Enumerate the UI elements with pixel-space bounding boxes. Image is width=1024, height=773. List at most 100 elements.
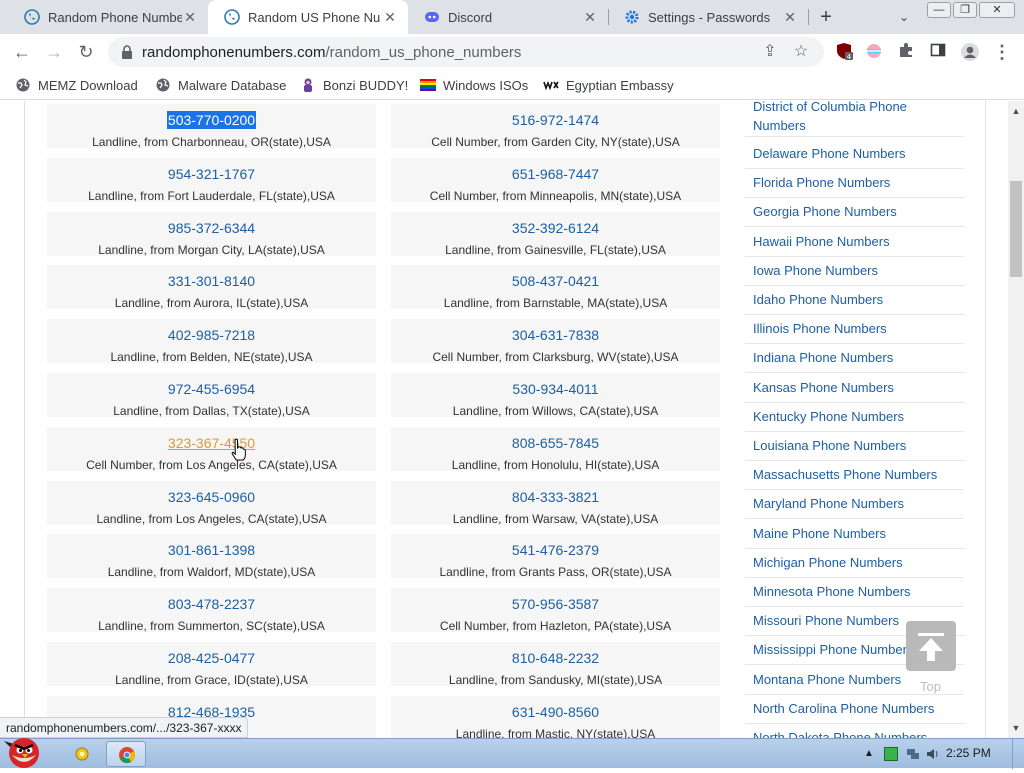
close-icon[interactable]: ✕: [182, 9, 198, 26]
sidebar-state-link[interactable]: Hawaii Phone Numbers: [753, 234, 890, 249]
phone-number-link[interactable]: 331-301-8140: [168, 273, 255, 289]
back-button[interactable]: ←: [10, 40, 34, 64]
phone-number-link[interactable]: 301-861-1398: [168, 542, 255, 558]
sidebar-state-link[interactable]: Idaho Phone Numbers: [753, 292, 883, 307]
back-to-top-button[interactable]: [906, 621, 956, 671]
sidebar-state-link[interactable]: Minnesota Phone Numbers: [753, 584, 911, 599]
globe-icon: [156, 78, 170, 92]
extension-badge-count: 4: [847, 53, 852, 60]
sidebar-state-link[interactable]: Delaware Phone Numbers: [753, 146, 905, 161]
sidebar-state-link[interactable]: Missouri Phone Numbers: [753, 613, 899, 628]
sidebar-state-link[interactable]: Kansas Phone Numbers: [753, 380, 894, 395]
bookmark-star-icon[interactable]: ☆: [791, 42, 811, 62]
phone-number-link[interactable]: 541-476-2379: [512, 542, 599, 558]
new-tab-button[interactable]: +: [814, 5, 838, 29]
phone-number-description: Landline, from Charbonneau, OR(state),US…: [92, 135, 331, 149]
phone-number-link[interactable]: 972-455-6954: [168, 381, 255, 397]
phone-number-link[interactable]: 954-321-1767: [168, 166, 255, 182]
phone-number-card: 516-972-1474 Cell Number, from Garden Cit…: [391, 104, 720, 149]
sidebar-divider: [745, 460, 964, 461]
scroll-down-arrow-icon[interactable]: ▼: [1008, 720, 1024, 736]
sidebar-state-link[interactable]: Indiana Phone Numbers: [753, 350, 893, 365]
phone-number-link[interactable]: 631-490-8560: [512, 704, 599, 720]
share-icon[interactable]: ⇪: [760, 42, 780, 62]
phone-number-link[interactable]: 804-333-3821: [512, 489, 599, 505]
phone-number-link[interactable]: 402-985-7218: [168, 327, 255, 343]
phone-number-wrapper: 516-972-1474: [391, 112, 720, 128]
tab-settings-passwords[interactable]: Settings - Passwords ✕: [608, 0, 808, 34]
show-hidden-icons-icon[interactable]: ▲: [862, 747, 876, 761]
sidebar-state-link[interactable]: Kentucky Phone Numbers: [753, 409, 904, 424]
sidebar-state-link[interactable]: North Dakota Phone Numbers: [753, 730, 927, 738]
sidebar-state-link[interactable]: Maine Phone Numbers: [753, 526, 886, 541]
show-desktop-button[interactable]: [1012, 739, 1024, 769]
phone-number-link[interactable]: 651-968-7447: [512, 166, 599, 182]
tab-random-us-phone-numbers[interactable]: Random US Phone Nu ✕: [208, 0, 408, 34]
address-bar[interactable]: randomphonenumbers.com/random_us_phone_n…: [108, 37, 824, 67]
sidebar-state-link[interactable]: Illinois Phone Numbers: [753, 321, 887, 336]
close-icon[interactable]: ✕: [582, 9, 598, 26]
bookmark-memz-download[interactable]: MEMZ Download: [15, 76, 138, 94]
close-window-button[interactable]: ✕: [979, 2, 1015, 18]
extensions-puzzle-icon[interactable]: [896, 42, 916, 62]
scrollbar-thumb[interactable]: [1010, 181, 1022, 277]
bookmark-windows-isos[interactable]: Windows ISOs: [420, 76, 528, 94]
close-icon[interactable]: ✕: [382, 9, 398, 26]
mouse-cursor-icon: [231, 439, 246, 461]
taskbar-chrome-button[interactable]: [106, 741, 146, 767]
bookmark-label: Malware Database: [178, 77, 287, 93]
side-panel-icon[interactable]: [928, 42, 948, 62]
sidebar-divider: [745, 226, 964, 228]
phone-number-link[interactable]: 304-631-7838: [512, 327, 599, 343]
phone-number-description: Landline, from Gainesville, FL(state),US…: [445, 242, 666, 257]
tab-random-phone-numbers[interactable]: Random Phone Numbe ✕: [8, 0, 208, 34]
battery-icon[interactable]: [884, 747, 898, 761]
bookmark-malware-database[interactable]: Malware Database: [155, 76, 286, 94]
phone-number-wrapper: 651-968-7447: [391, 166, 720, 182]
phone-number-link[interactable]: 985-372-6344: [168, 220, 255, 236]
phone-number-link[interactable]: 530-934-4011: [512, 381, 598, 397]
phone-number-link[interactable]: 323-645-0960: [168, 489, 255, 505]
sidebar-state-link[interactable]: Georgia Phone Numbers: [753, 204, 897, 219]
phone-number-link[interactable]: 570-956-3587: [512, 596, 599, 612]
forward-button[interactable]: →: [42, 40, 66, 64]
phone-number-link[interactable]: 808-655-7845: [512, 435, 599, 451]
phone-number-link[interactable]: 208-425-0477: [168, 650, 255, 666]
vertical-scrollbar[interactable]: ▲ ▼: [1008, 101, 1024, 738]
network-icon[interactable]: [906, 747, 920, 761]
phone-number-link[interactable]: 352-392-6124: [512, 220, 599, 236]
phone-number-link[interactable]: 810-648-2232: [512, 650, 599, 666]
browser-menu-icon[interactable]: ⋮: [992, 42, 1012, 62]
ublock-extension-icon[interactable]: 4: [834, 42, 854, 62]
volume-icon[interactable]: [926, 747, 940, 761]
extension-color-icon[interactable]: [864, 42, 884, 62]
close-icon[interactable]: ✕: [782, 9, 798, 26]
url-text: randomphonenumbers.com/random_us_phone_n…: [142, 44, 521, 61]
phone-number-link[interactable]: 516-972-1474: [512, 112, 599, 128]
reload-button[interactable]: ↻: [74, 40, 98, 64]
sidebar-state-link[interactable]: Louisiana Phone Numbers: [753, 438, 906, 453]
sidebar-state-link[interactable]: Maryland Phone Numbers: [753, 496, 904, 511]
sidebar-state-link[interactable]: Iowa Phone Numbers: [753, 263, 878, 278]
scroll-up-arrow-icon[interactable]: ▲: [1008, 103, 1024, 119]
phone-number-link[interactable]: 803-478-2237: [168, 596, 255, 612]
sidebar-state-link[interactable]: Montana Phone Numbers: [753, 672, 901, 687]
sidebar-state-link[interactable]: North Carolina Phone Numbers: [753, 701, 934, 716]
phone-number-link[interactable]: 508-437-0421: [512, 273, 599, 289]
sidebar-state-link[interactable]: Massachusetts Phone Numbers: [753, 467, 937, 482]
sidebar-state-link[interactable]: Michigan Phone Numbers: [753, 555, 903, 570]
bookmark-bonzi-buddy[interactable]: Bonzi BUDDY!: [300, 76, 408, 94]
profile-avatar-icon[interactable]: [960, 42, 980, 62]
tab-discord[interactable]: Discord ✕: [408, 0, 608, 34]
bookmark-egyptian-embassy[interactable]: Egyptian Embassy: [543, 76, 674, 94]
sidebar-link-district-of-columbia[interactable]: District of Columbia Phone Numbers: [753, 101, 907, 135]
sidebar-state-link[interactable]: Florida Phone Numbers: [753, 175, 890, 190]
phone-number-description: Landline, from Willows, CA(state),USA: [452, 404, 659, 418]
minimize-button[interactable]: —: [927, 2, 951, 18]
sidebar-state-link[interactable]: Mississippi Phone Numbers: [753, 642, 913, 657]
phone-number-link[interactable]: 503-770-0200: [166, 111, 257, 129]
tab-search-button[interactable]: ⌄: [894, 7, 914, 27]
angry-bird-start-icon[interactable]: [2, 733, 48, 769]
taskbar-explorer-button[interactable]: [62, 741, 102, 767]
maximize-button[interactable]: ❐: [953, 2, 977, 18]
